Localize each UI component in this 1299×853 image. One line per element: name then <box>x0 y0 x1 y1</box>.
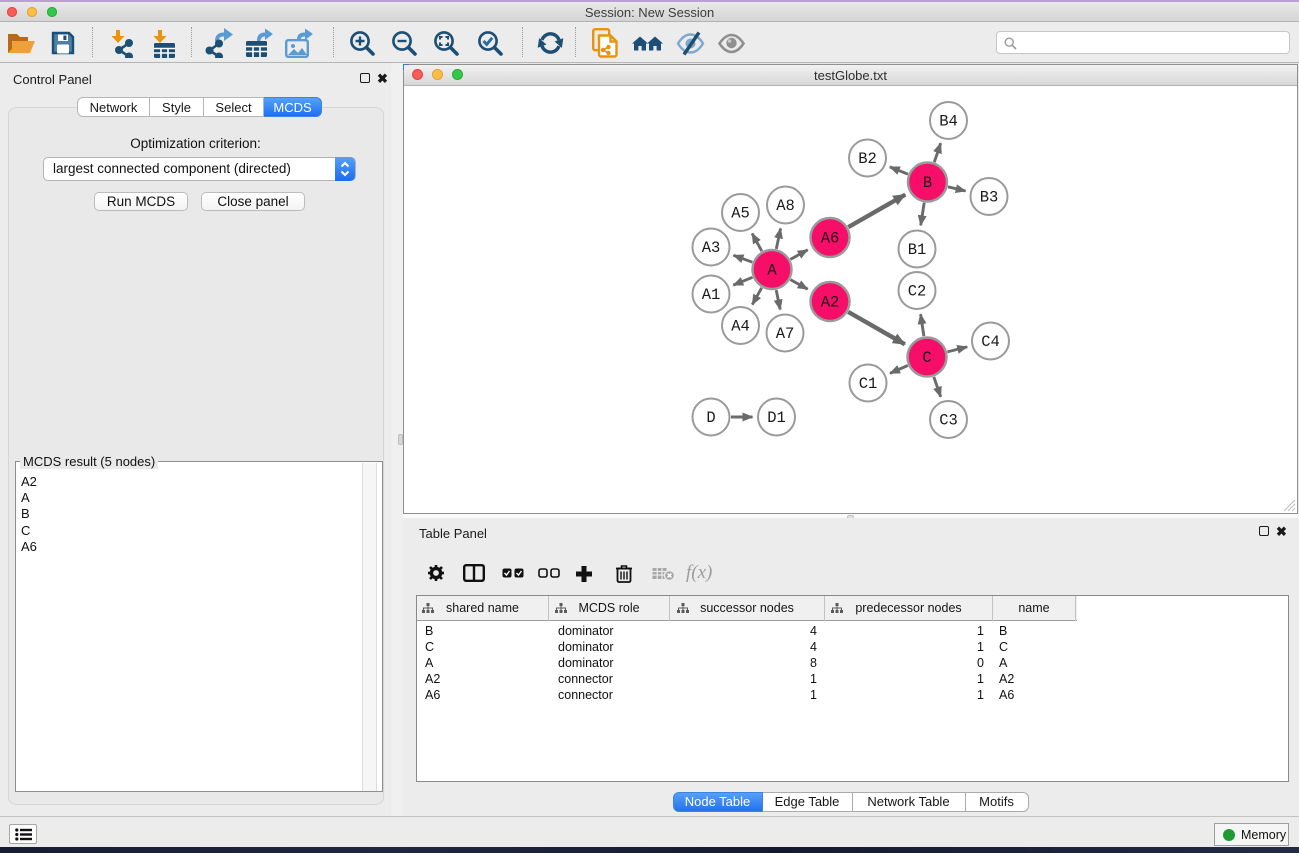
svg-text:C: C <box>922 349 931 367</box>
svg-text:A5: A5 <box>731 205 750 223</box>
svg-text:D1: D1 <box>767 409 786 427</box>
svg-text:A4: A4 <box>731 318 750 336</box>
svg-text:B2: B2 <box>858 150 877 168</box>
svg-text:C4: C4 <box>981 333 1000 351</box>
svg-text:C2: C2 <box>908 283 927 301</box>
svg-text:B3: B3 <box>980 189 999 207</box>
svg-text:A2: A2 <box>821 294 840 312</box>
svg-text:A3: A3 <box>702 239 721 257</box>
svg-text:B1: B1 <box>908 241 927 259</box>
svg-text:A1: A1 <box>702 286 721 304</box>
svg-text:A7: A7 <box>776 325 795 343</box>
svg-text:B: B <box>923 174 932 192</box>
svg-text:A8: A8 <box>776 197 795 215</box>
svg-text:A: A <box>767 262 777 280</box>
svg-text:C3: C3 <box>939 412 958 430</box>
svg-text:D: D <box>706 409 715 427</box>
svg-text:A6: A6 <box>821 230 840 248</box>
svg-text:B4: B4 <box>939 113 958 131</box>
svg-text:C1: C1 <box>859 375 878 393</box>
